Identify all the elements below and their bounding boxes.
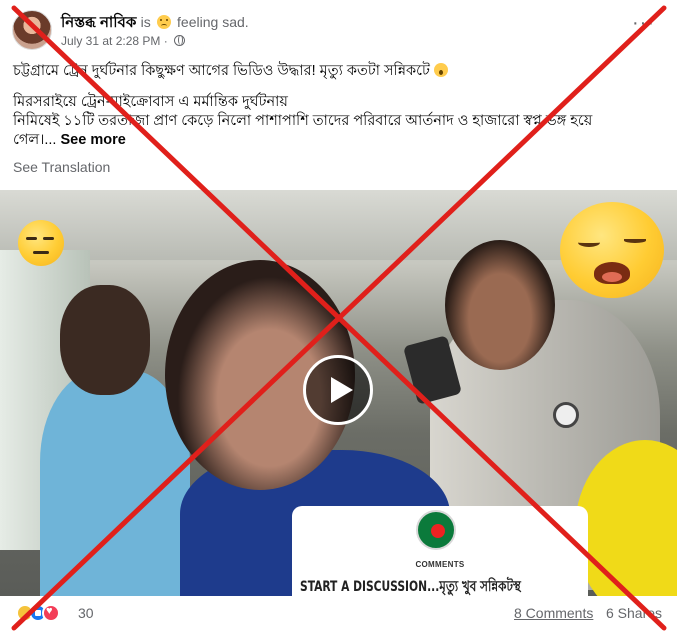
author-name[interactable]: নিস্তব্ধ নাবিক [61, 14, 136, 31]
sad-emoji-icon [156, 15, 171, 29]
is-text: is [140, 14, 151, 30]
screaming-face-icon [433, 63, 448, 77]
post-text-line-1: চট্টগ্রামে ট্রেন দুর্ঘটনার কিছুক্ষণ আগের… [13, 63, 430, 79]
video-scene-head-right [445, 240, 555, 370]
see-translation-link[interactable]: See Translation [13, 159, 110, 175]
love-reaction-icon [42, 604, 60, 622]
post-header: নিস্তব্ধ নাবিক is feeling sad. July 31 a… [12, 8, 667, 54]
facebook-post: নিস্তব্ধ নাবিক is feeling sad. July 31 a… [0, 0, 677, 636]
video-scene-watch [553, 402, 579, 428]
crying-emoji-icon [560, 202, 664, 298]
post-text-line-4: গেল।... [13, 132, 57, 148]
bangladesh-flag-icon [416, 510, 456, 550]
shares-link[interactable]: 6 Shares [606, 605, 662, 621]
separator: · [163, 34, 168, 48]
reaction-count[interactable]: 30 [78, 605, 94, 621]
post-text-line-3: নিমিষেই ১১টি তরতাজা প্রাণ কেড়ে নিলো পাশ… [13, 113, 593, 129]
comments-card-label: COMMENTS [415, 560, 465, 569]
video-scene-head-left [60, 285, 150, 395]
comments-card-title: START A DISCUSSION...মৃত্যু খুব সন্নিকটস… [300, 579, 521, 595]
video-player[interactable]: COMMENTS START A DISCUSSION...মৃত্যু খুব… [0, 190, 677, 596]
play-icon[interactable] [303, 355, 373, 425]
see-more-link[interactable]: See more [61, 132, 126, 148]
avatar[interactable] [12, 10, 52, 50]
unamused-emoji-icon [18, 220, 64, 266]
comments-card: COMMENTS START A DISCUSSION...মৃত্যু খুব… [292, 506, 588, 596]
post-text-line-2: মিরসরাইয়ে ট্রেন-মাইক্রোবাস এ মর্মান্তিক… [13, 94, 288, 110]
post-text: চট্টগ্রামে ট্রেন দুর্ঘটনার কিছুক্ষণ আগের… [13, 62, 663, 150]
feeling-text: feeling sad. [177, 14, 249, 30]
comments-link[interactable]: 8 Comments [514, 605, 593, 621]
timestamp[interactable]: July 31 at 2:28 PM [61, 34, 160, 48]
name-line: নিস্তব্ধ নাবিক is feeling sad. [61, 11, 249, 36]
more-options-button[interactable]: ··· [632, 13, 655, 33]
post-meta: July 31 at 2:28 PM · [61, 34, 186, 48]
globe-icon[interactable] [174, 35, 186, 46]
post-footer: 30 8 Comments 6 Shares [0, 597, 677, 636]
